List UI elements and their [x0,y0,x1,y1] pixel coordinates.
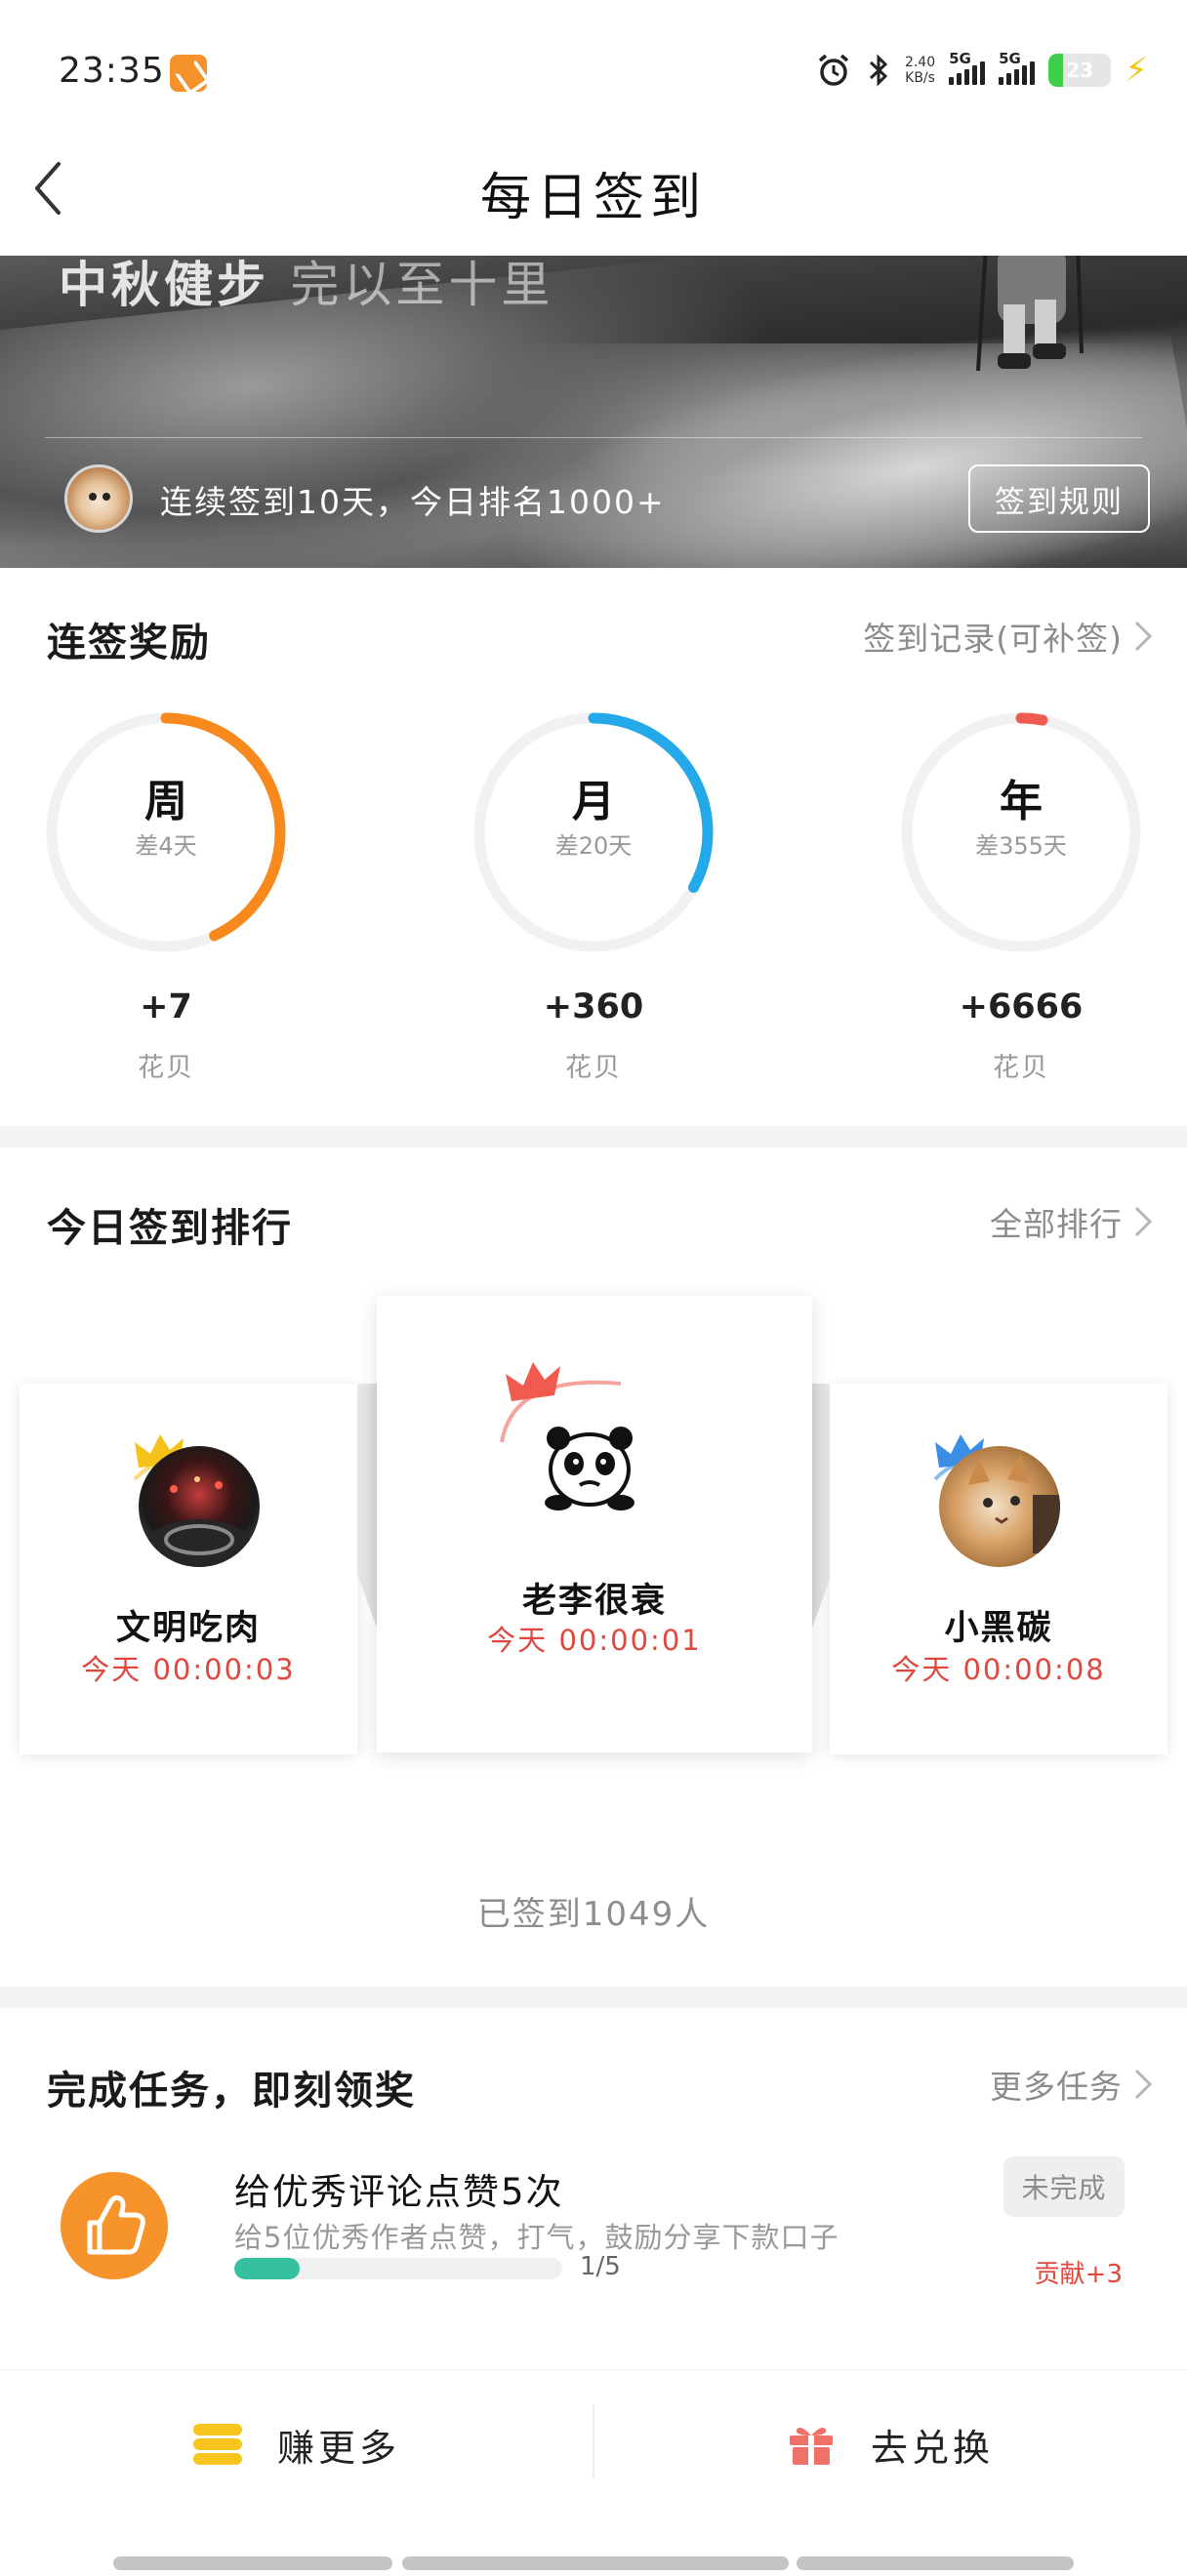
ranking-avatar [939,1446,1060,1567]
battery-icon: 23 [1048,54,1112,87]
more-tasks-link[interactable]: 更多任务 [990,2061,1154,2108]
all-ranking-link[interactable]: 全部排行 [990,1198,1154,1245]
thumbs-up-icon [61,2172,168,2279]
chevron-right-icon [1134,2069,1153,2100]
banner-slogan: 中秋健步 完以至十里 [59,256,553,316]
banner-slogan-bold: 中秋健步 [59,257,269,313]
sim1-label: 5G [949,50,971,67]
section-divider [0,1987,1187,2008]
bluetooth-icon [869,54,888,87]
banner-divider [45,437,1142,438]
ranking-time: 今天 00:00:08 [891,1653,1106,1686]
gesture-bar [797,2556,1074,2570]
coins-icon [193,2422,242,2467]
app-notification-icon [170,55,207,92]
all-ranking-label: 全部排行 [990,1205,1123,1243]
task-progress-bar [234,2258,562,2279]
sim2-label: 5G [999,50,1021,67]
reward-amount: +360 [543,987,644,1026]
header: 每日签到 [0,127,1187,256]
signal-icon: 5G [999,50,1036,85]
reward-amount: +6666 [959,987,1084,1026]
exchange-label: 去兑换 [871,2426,995,2470]
ranking-name: 小黑碳 [944,1609,1053,1648]
reward-unit: 花贝 [993,1053,1049,1083]
ranking-avatar [529,1405,650,1526]
earn-more-label: 赚更多 [277,2426,401,2470]
checkin-record-link[interactable]: 签到记录(可补签) [863,613,1154,660]
network-speed-value: 2.40 [904,55,936,70]
earn-more-button[interactable]: 赚更多 [193,2413,400,2475]
alarm-icon [818,54,849,86]
banner-slogan-light: 完以至十里 [290,257,554,313]
streak-text: 连续签到10天，今日排名1000+ [160,483,666,521]
tasks-section: 完成任务，即刻领奖 更多任务 给优秀评论点赞5次 给5位优秀作者点赞，打气，鼓励… [0,2008,1187,2361]
reward-unit: 花贝 [138,1053,194,1083]
status-icons: 2.40 KB/s 5G 5G 23 ⚡ [815,49,1148,92]
bottom-divider [593,2405,594,2479]
podium-fold [812,1384,832,1628]
reward-period-label: 年 [1000,777,1043,826]
charging-icon: ⚡ [1125,51,1148,90]
ranking-time: 今天 00:00:01 [487,1624,702,1657]
network-speed: 2.40 KB/s [905,55,935,86]
user-avatar[interactable] [64,464,133,533]
signal-icon: 5G [949,50,986,85]
ranking-card-1[interactable]: 老李很衰 今天 00:00:01 [377,1296,812,1752]
chevron-right-icon [1134,1206,1153,1237]
reward-unit: 花贝 [565,1053,622,1083]
checkin-banner: 中秋健步 完以至十里 连续签到10天，今日排名1000+ 签到规则 [0,256,1187,568]
reward-remaining: 差4天 [135,832,197,860]
status-bar: 23:35 2.40 KB/s 5G 5G 23 ⚡ [0,0,1187,127]
reward-ring-year: 年 差355天 [898,709,1144,955]
exchange-button[interactable]: 去兑换 [787,2413,994,2475]
today-ranking-section: 今日签到排行 全部排行 文明吃肉 今天 00:00:03 老李很衰 今天 00:… [0,1147,1187,1987]
section-title: 完成任务，即刻领奖 [47,2069,416,2113]
reward-period-label: 月 [572,777,615,826]
more-tasks-label: 更多任务 [990,2068,1123,2106]
section-title: 今日签到排行 [47,1206,293,1251]
reward-remaining: 差355天 [975,832,1067,860]
reward-amount: +7 [140,987,192,1026]
hiker-image [976,256,1084,372]
signed-count: 已签到1049人 [476,1895,711,1934]
section-title: 连签奖励 [47,621,211,665]
reward-period-label: 周 [144,777,187,826]
section-divider [0,1126,1187,1147]
ranking-name: 文明吃肉 [115,1609,261,1648]
podium-fold [357,1384,377,1628]
task-status-button[interactable]: 未完成 [1003,2156,1125,2217]
reward-remaining: 差20天 [554,832,633,860]
task-progress-fill [234,2258,301,2279]
daily-checkin-page: 23:35 2.40 KB/s 5G 5G 23 ⚡ 每日签到 中秋健步 完以至… [0,0,1187,2576]
battery-level: 23 [1066,59,1094,82]
task-title: 给优秀评论点赞5次 [234,2171,564,2213]
ranking-time: 今天 00:00:03 [81,1653,296,1686]
gift-icon [790,2428,833,2465]
page-title: 每日签到 [479,169,707,227]
reward-ring-week: 周 差4天 [43,709,289,955]
gesture-bar [113,2556,392,2570]
bottom-action-bar: 赚更多 去兑换 [0,2369,1187,2523]
task-reward: 贡献+3 [1034,2260,1123,2289]
network-speed-unit: KB/s [905,70,935,86]
status-time: 23:35 [59,51,165,91]
task-progress-text: 1/5 [580,2252,621,2281]
ranking-avatar [139,1446,260,1567]
ranking-card-2[interactable]: 文明吃肉 今天 00:00:03 [20,1384,357,1754]
checkin-record-label: 签到记录(可补签) [863,620,1123,658]
chevron-right-icon [1134,621,1153,652]
ranking-name: 老李很衰 [521,1582,667,1621]
checkin-rules-button[interactable]: 签到规则 [968,464,1150,533]
streak-rewards-section: 连签奖励 签到记录(可补签) 周 差4天 +7 花贝 月 差20天 +360 花… [0,568,1187,1126]
reward-ring-month: 月 差20天 [471,709,716,955]
ranking-card-3[interactable]: 小黑碳 今天 00:00:08 [830,1384,1167,1754]
task-description: 给5位优秀作者点赞，打气，鼓励分享下款口子 [234,2221,839,2254]
gesture-bar [402,2556,789,2570]
